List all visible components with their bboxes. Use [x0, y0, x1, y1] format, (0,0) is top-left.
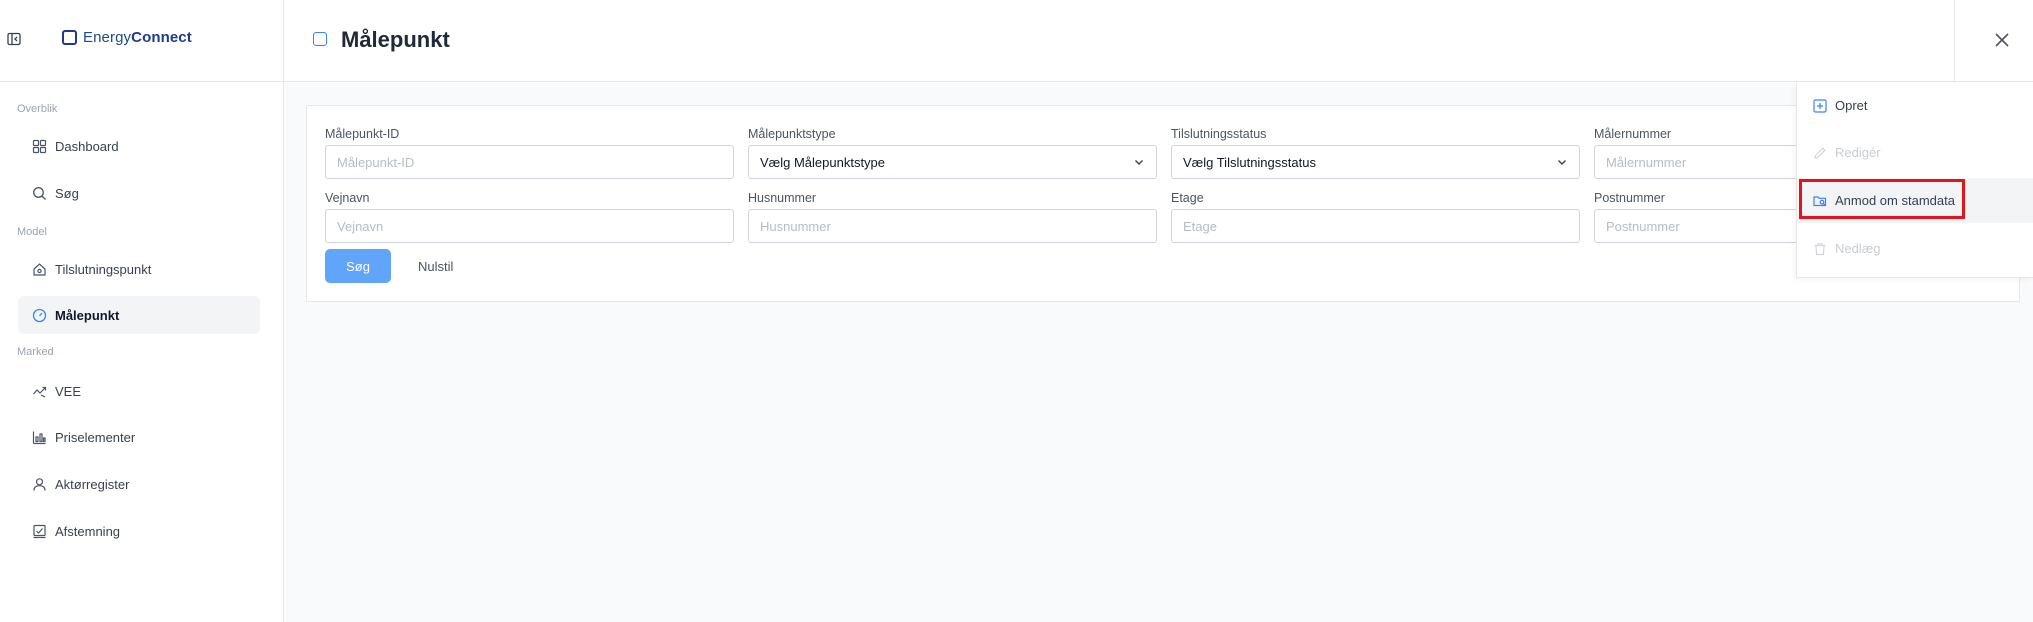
husnummer-field: Husnummer [748, 191, 1157, 243]
main-content: Målepunkt-ID Målepunktstype Vælg Målepun… [284, 83, 2033, 622]
malepunktstype-selected-value: Vælg Målepunktstype [760, 154, 886, 170]
sidebar-item-afstemning[interactable]: Afstemning [18, 512, 260, 550]
sidebar-item-label: Målepunkt [55, 307, 120, 323]
trend-icon [33, 386, 47, 398]
filter-card: Målepunkt-ID Målepunktstype Vælg Målepun… [306, 105, 2020, 302]
husnummer-label: Husnummer [748, 191, 817, 205]
sidebar-item-tilslutningspunkt[interactable]: Tilslutningspunkt [18, 250, 260, 288]
reset-button[interactable]: Nulstil [408, 249, 463, 283]
sidebar-item-label: Dashboard [55, 138, 119, 154]
sidebar: EnergyConnect Overblik Dashboard Søg Mod… [0, 0, 284, 622]
sidebar-item-priselementer[interactable]: Priselementer [18, 418, 260, 456]
tilslutningsstatus-label: Tilslutningsstatus [1171, 127, 1267, 141]
logo-text: EnergyConnect [83, 29, 192, 46]
sidebar-item-label: Tilslutningspunkt [55, 261, 152, 277]
top-bar-divider [1954, 0, 1955, 82]
malepunkt-id-label: Målepunkt-ID [325, 127, 400, 141]
plus-square-icon [1813, 98, 1827, 113]
logo[interactable]: EnergyConnect [62, 29, 192, 46]
pencil-icon [1814, 146, 1826, 159]
sidebar-item-malepunkt[interactable]: Målepunkt [18, 296, 260, 334]
logo-mark-icon [62, 30, 77, 45]
malepunkt-id-field: Målepunkt-ID [325, 127, 734, 179]
page-title: Målepunkt [341, 27, 450, 52]
etage-input[interactable] [1171, 209, 1580, 243]
chart-icon [32, 431, 46, 444]
check-chart-icon [33, 524, 46, 538]
chevron-down-icon [1135, 160, 1143, 165]
action-menu: Opret Redigér Anmod om stamdata Nedlæg [1796, 83, 2033, 278]
sidebar-item-aktorregister[interactable]: Aktørregister [18, 465, 260, 503]
sidebar-header: EnergyConnect [0, 0, 283, 82]
request-master-data-action[interactable]: Anmod om stamdata [1797, 178, 2033, 223]
chevron-down-icon [1558, 160, 1566, 165]
edit-action-label: Redigér [1835, 145, 1881, 160]
search-icon [33, 186, 46, 200]
etage-field: Etage [1171, 191, 1580, 243]
malepunktstype-field: Målepunktstype Vælg Målepunktstype [748, 127, 1157, 179]
malepunktstype-select[interactable]: Vælg Målepunktstype [748, 145, 1157, 179]
tilslutningsstatus-field: Tilslutningsstatus Vælg Tilslutningsstat… [1171, 127, 1580, 179]
vejnavn-label: Vejnavn [325, 191, 370, 205]
tilslutningsstatus-selected-value: Vælg Tilslutningsstatus [1183, 154, 1316, 170]
sidebar-item-label: Priselementer [55, 429, 136, 445]
home-icon [33, 262, 46, 276]
sidebar-collapse-icon[interactable] [7, 32, 21, 46]
vejnavn-input[interactable] [325, 209, 734, 243]
top-bar: Målepunkt [284, 0, 2033, 82]
etage-label: Etage [1171, 191, 1204, 205]
create-action[interactable]: Opret [1797, 83, 2033, 128]
search-button[interactable]: Søg [325, 249, 391, 283]
highlight-box [1799, 179, 1965, 219]
gauge-icon [32, 308, 47, 322]
section-label-market: Marked [17, 346, 54, 358]
section-label-overview: Overblik [17, 103, 58, 115]
sidebar-item-label: Aktørregister [55, 476, 130, 492]
tilslutningsstatus-select[interactable]: Vælg Tilslutningsstatus [1171, 145, 1580, 179]
sidebar-item-vee[interactable]: VEE [18, 372, 260, 410]
malepunktstype-label: Målepunktstype [748, 127, 836, 141]
create-action-label: Opret [1835, 98, 1868, 113]
edit-action[interactable]: Redigér [1797, 130, 2033, 175]
close-icon[interactable] [1991, 29, 2013, 51]
trash-icon [1814, 242, 1826, 255]
grid-icon [32, 139, 47, 153]
sidebar-item-sog[interactable]: Søg [18, 174, 260, 212]
page-title-icon [313, 32, 327, 46]
sidebar-item-label: Afstemning [55, 523, 121, 539]
sidebar-item-label: VEE [55, 383, 82, 399]
malepunkt-id-input[interactable] [325, 145, 734, 179]
user-icon [33, 477, 46, 491]
sidebar-item-dashboard[interactable]: Dashboard [18, 127, 260, 165]
sidebar-item-label: Søg [55, 185, 79, 201]
husnummer-input[interactable] [748, 209, 1157, 243]
delete-action[interactable]: Nedlæg [1797, 226, 2033, 271]
delete-action-label: Nedlæg [1835, 241, 1881, 256]
vejnavn-field: Vejnavn [325, 191, 734, 243]
section-label-model: Model [17, 226, 47, 238]
